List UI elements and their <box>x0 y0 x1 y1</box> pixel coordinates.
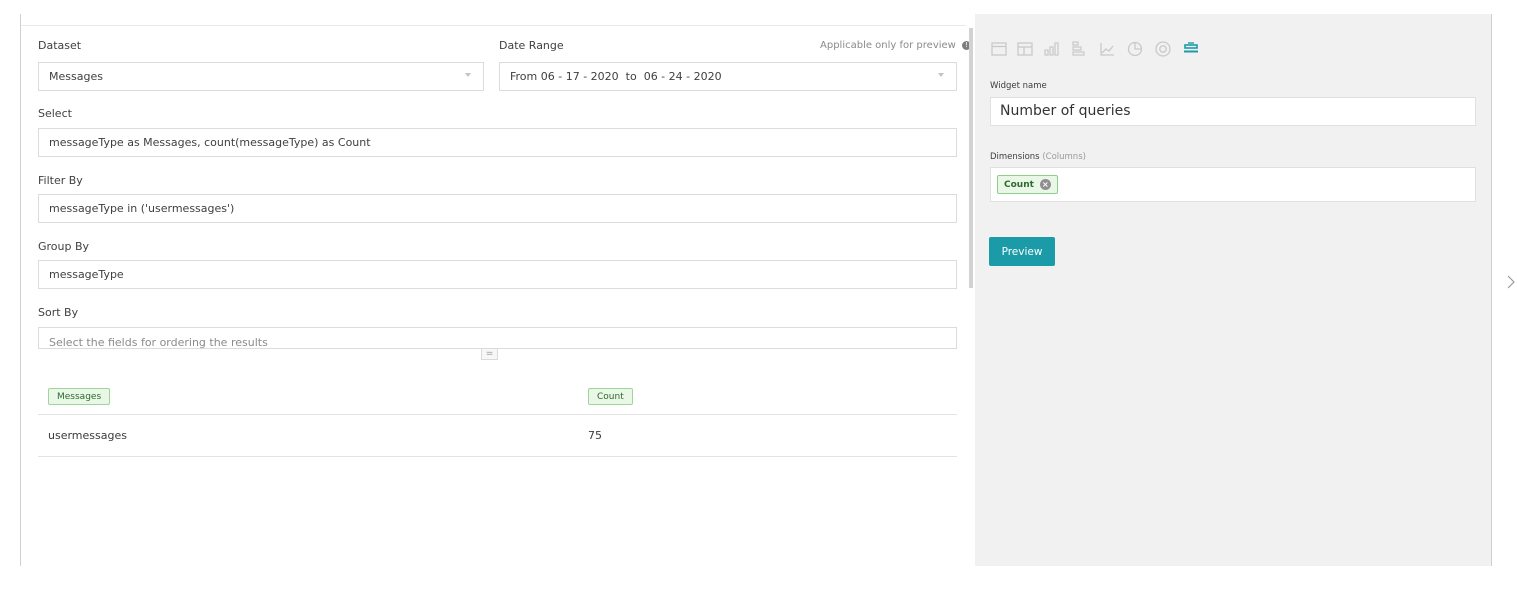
card-icon[interactable] <box>990 40 1008 58</box>
filter-input-value: messageType in ('usermessages') <box>49 202 235 215</box>
column-header-messages: Messages <box>48 388 111 405</box>
date-range-value: From 06 - 17 - 2020 to 06 - 24 - 2020 <box>510 70 722 83</box>
dimensions-label-text: Dimensions <box>990 152 1040 162</box>
widget-name-label: Widget name <box>990 81 1047 91</box>
sort-input-placeholder: Select the fields for ordering the resul… <box>49 336 268 349</box>
sort-label: Sort By <box>38 306 79 319</box>
chevron-down-icon <box>938 73 944 77</box>
resize-handle[interactable]: = <box>481 348 498 360</box>
right-border <box>1491 14 1492 566</box>
horizontal-bar-icon[interactable] <box>1070 40 1088 58</box>
bar-chart-icon[interactable] <box>1043 40 1061 58</box>
cell-count: 75 <box>588 429 602 442</box>
dimensions-input[interactable] <box>990 167 1476 202</box>
chevron-right-icon[interactable] <box>1506 274 1516 290</box>
table-icon[interactable] <box>1016 40 1034 58</box>
sort-input[interactable]: Select the fields for ordering the resul… <box>38 327 957 349</box>
top-divider <box>21 25 966 26</box>
pie-chart-icon[interactable] <box>1126 40 1144 58</box>
filter-label: Filter By <box>38 174 83 187</box>
dimension-chip-label: Count <box>1004 179 1034 190</box>
select-input-value: messageType as Messages, count(messageTy… <box>49 136 371 149</box>
widget-name-value: Number of queries <box>1000 103 1131 119</box>
table-header-divider <box>38 414 957 415</box>
dimensions-hint: (Columns) <box>1042 152 1086 162</box>
table-row-divider <box>38 456 957 457</box>
donut-chart-icon[interactable] <box>1154 40 1172 58</box>
cell-messages: usermessages <box>48 429 127 442</box>
dataset-select[interactable]: Messages <box>38 62 484 91</box>
kpi-icon[interactable] <box>1182 40 1200 58</box>
date-range-label: Date Range <box>499 39 564 52</box>
select-label: Select <box>38 107 72 120</box>
preview-button[interactable]: Preview <box>989 237 1055 266</box>
group-input[interactable]: messageType <box>38 260 957 289</box>
dimension-chip-count[interactable]: Count × <box>997 175 1058 194</box>
query-builder-panel <box>21 14 968 566</box>
select-input[interactable]: messageType as Messages, count(messageTy… <box>38 128 957 157</box>
group-input-value: messageType <box>49 268 124 281</box>
scrollbar[interactable] <box>969 28 973 288</box>
dataset-label: Dataset <box>38 39 82 52</box>
date-range-note-text: Applicable only for preview <box>820 40 956 51</box>
column-header-count: Count <box>588 388 633 405</box>
line-chart-icon[interactable] <box>1098 40 1116 58</box>
filter-input[interactable]: messageType in ('usermessages') <box>38 194 957 223</box>
chevron-down-icon <box>465 73 471 77</box>
group-label: Group By <box>38 240 90 253</box>
remove-icon[interactable]: × <box>1039 179 1051 190</box>
date-range-note: Applicable only for preview ! <box>820 40 972 51</box>
dimensions-label: Dimensions (Columns) <box>990 152 1086 162</box>
dataset-select-value: Messages <box>49 70 103 83</box>
date-range-select[interactable]: From 06 - 17 - 2020 to 06 - 24 - 2020 <box>499 62 957 91</box>
